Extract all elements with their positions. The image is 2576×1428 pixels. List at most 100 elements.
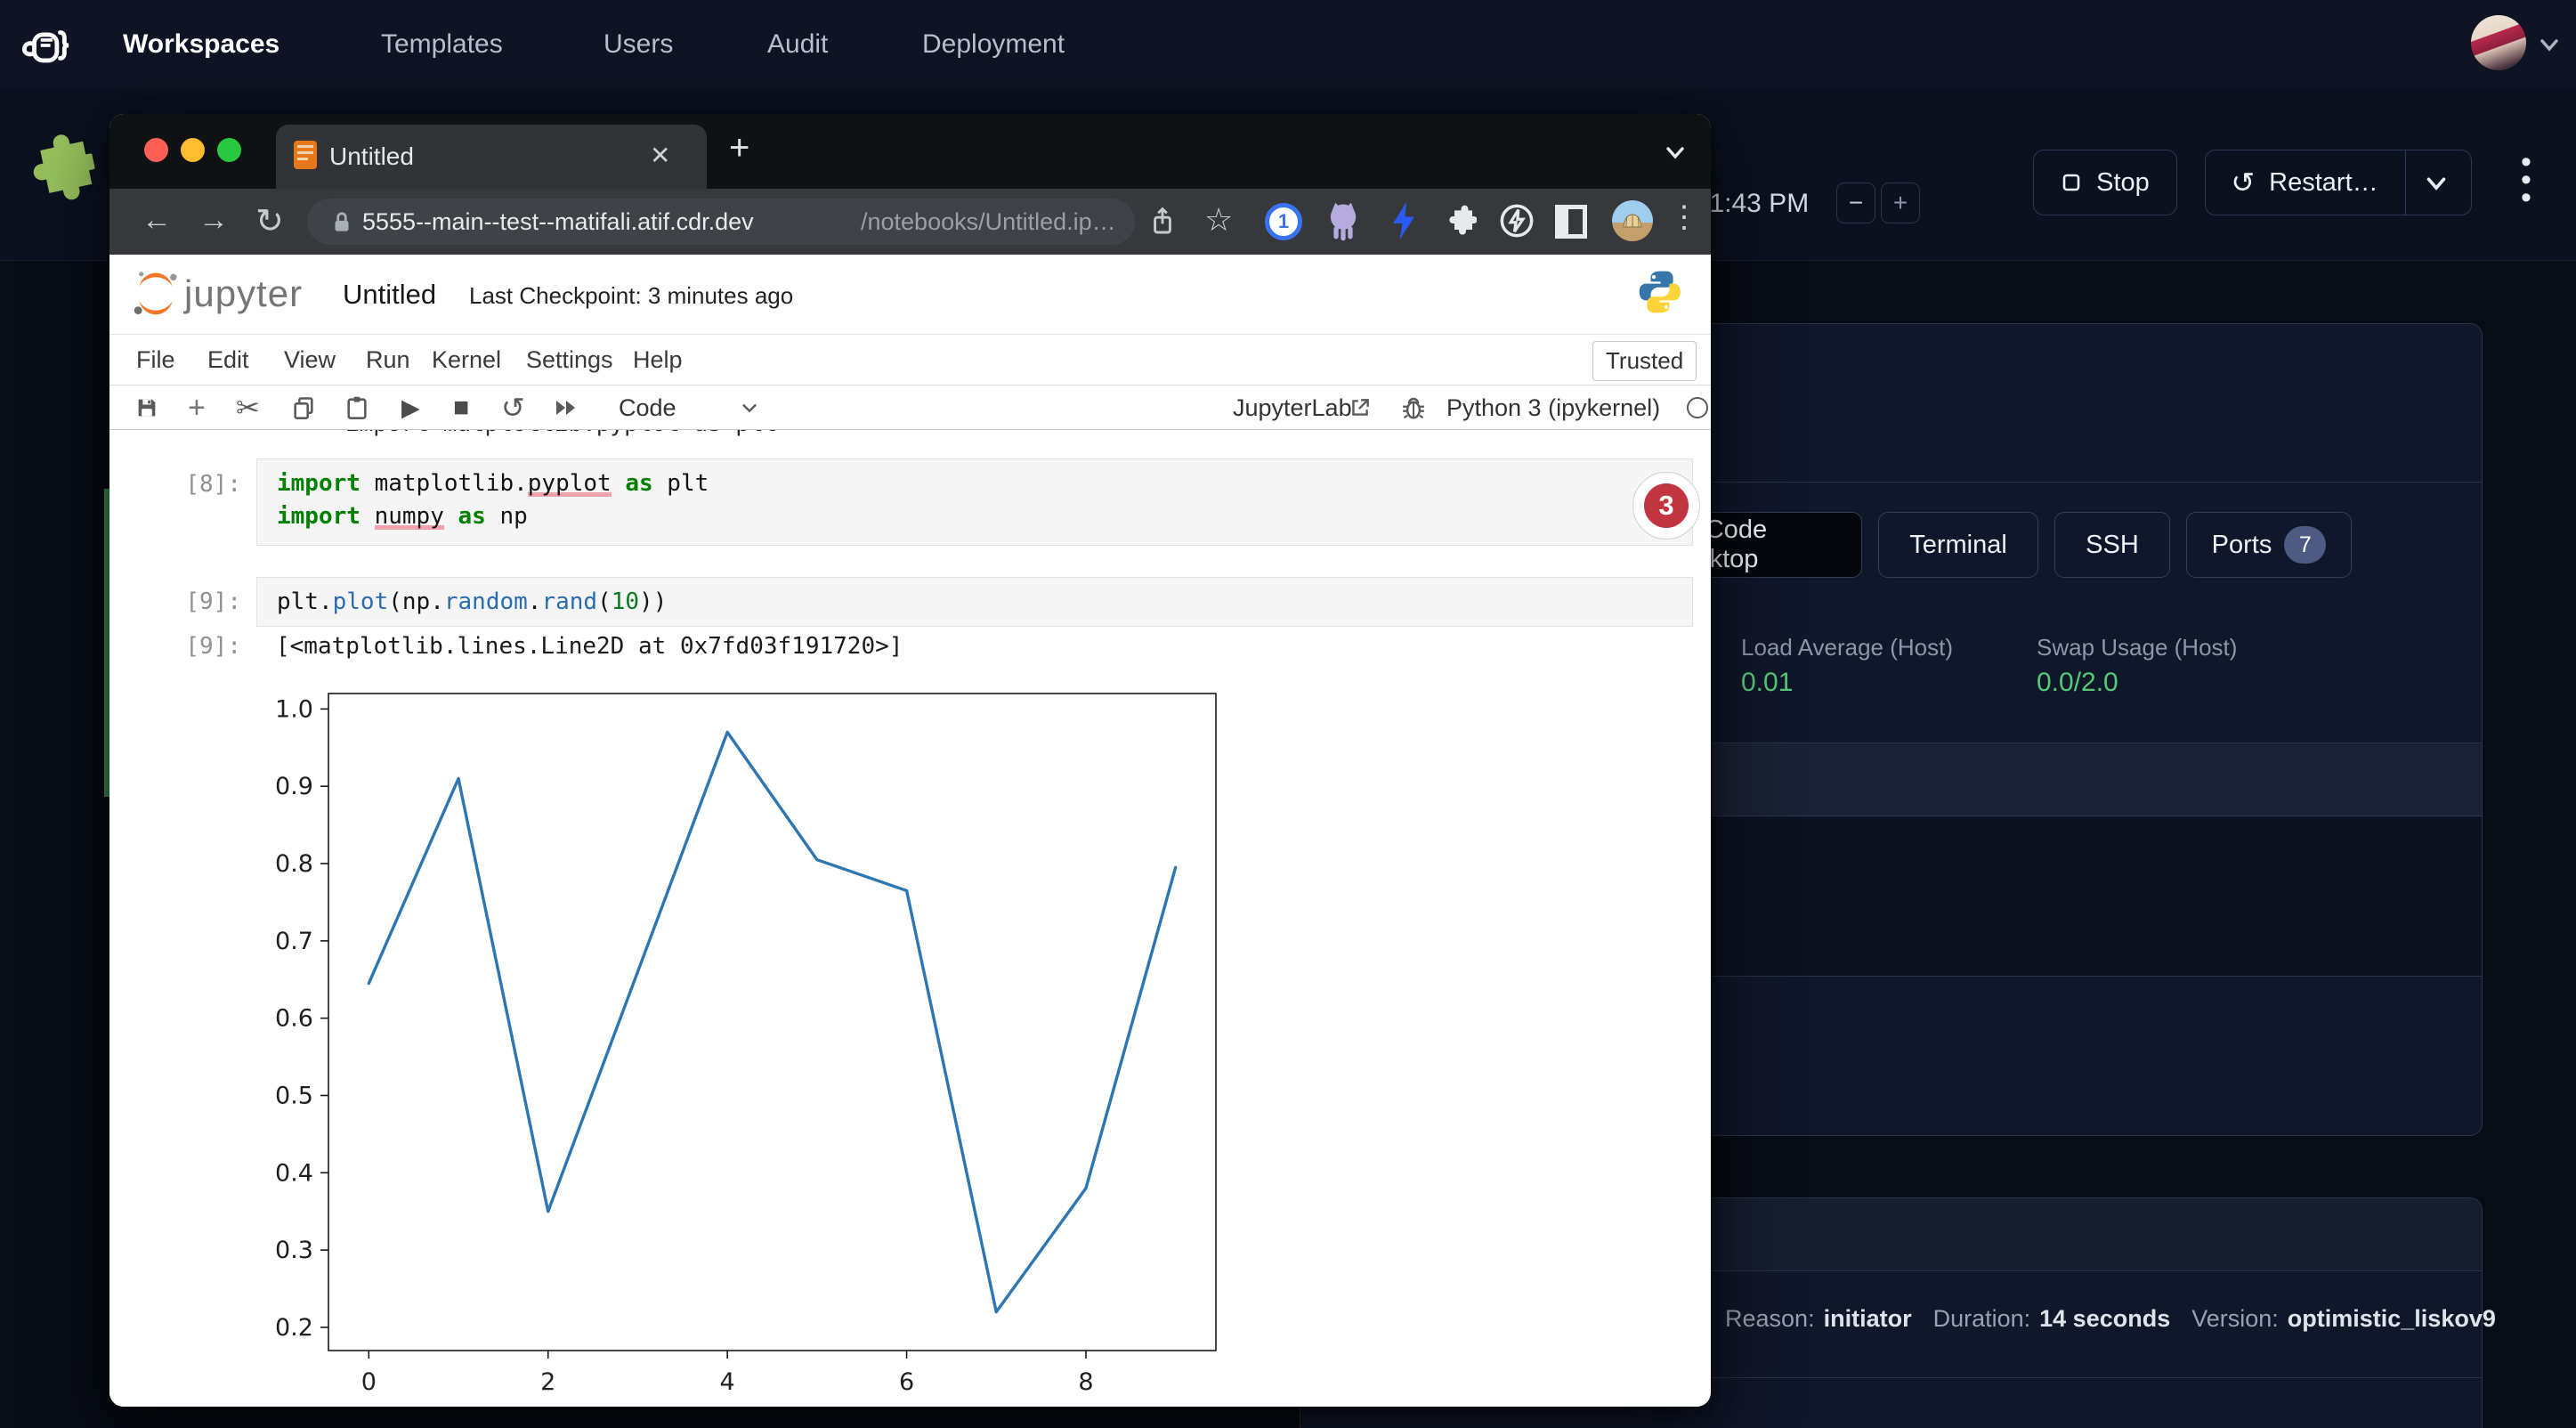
svg-text:0.8: 0.8 (275, 850, 313, 878)
matplotlib-line-chart: 0.20.30.40.50.60.70.80.91.002468 (234, 679, 1258, 1400)
address-bar[interactable]: 5555--main--test--matifali.atif.cdr.dev … (307, 199, 1135, 245)
ssh-button[interactable]: SSH (2054, 512, 2170, 578)
execution-count-badge[interactable]: 3 (1644, 483, 1689, 528)
build-info-row: Reason: initiator Duration: 14 seconds V… (1725, 1305, 2496, 1333)
restart-run-all-button[interactable] (553, 385, 579, 430)
open-jupyterlab-link[interactable]: JupyterLab (1233, 385, 1352, 430)
share-icon[interactable] (1149, 206, 1176, 238)
python-logo-icon (1635, 267, 1685, 317)
menu-kernel[interactable]: Kernel (432, 335, 501, 385)
svg-text:4: 4 (720, 1368, 735, 1396)
puzzle-extension-icon (12, 125, 101, 214)
workspace-kebab-menu[interactable]: ••• (2521, 153, 2531, 207)
menu-run[interactable]: Run (366, 335, 410, 385)
nav-item-deployment[interactable]: Deployment (922, 0, 1065, 89)
reason-label: Reason: (1725, 1305, 1815, 1333)
github-extension-icon[interactable] (1324, 201, 1363, 242)
restart-icon: ↺ (2231, 166, 2255, 199)
nav-item-templates[interactable]: Templates (381, 0, 503, 89)
add-cell-button[interactable]: + (188, 385, 206, 430)
save-button[interactable] (134, 385, 159, 430)
menu-view[interactable]: View (284, 335, 336, 385)
trusted-button[interactable]: Trusted (1592, 341, 1697, 381)
svg-text:0.2: 0.2 (275, 1314, 313, 1342)
notebook-title[interactable]: Untitled (343, 279, 436, 311)
external-link-icon[interactable] (1349, 385, 1372, 430)
version-label: Version: (2191, 1305, 2279, 1333)
jupyter-menubar: File Edit View Run Kernel Settings Help … (109, 335, 1711, 385)
restart-split-divider (2405, 150, 2406, 215)
browser-toolbar: ← → ↻ 5555--main--test--matifali.atif.cd… (109, 189, 1711, 255)
menu-help[interactable]: Help (633, 335, 683, 385)
output-repr-text: [<matplotlib.lines.Line2D at 0x7fd03f191… (276, 633, 903, 660)
forward-button[interactable]: → (198, 203, 229, 238)
stop-square-icon (2061, 172, 2082, 193)
input-prompt: [9]: (152, 588, 241, 615)
swap-usage-value: 0.0/2.0 (2037, 668, 2118, 698)
tab-search-chevron-icon[interactable] (1662, 142, 1689, 164)
terminal-button[interactable]: Terminal (1878, 512, 2038, 578)
interrupt-kernel-button[interactable]: ■ (453, 385, 469, 430)
svg-text:0.7: 0.7 (275, 928, 313, 955)
screen: Workspaces Templates Users Audit Deploym… (0, 0, 2576, 1428)
svg-text:0.5: 0.5 (275, 1082, 313, 1109)
user-avatar[interactable] (2471, 15, 2526, 70)
back-button[interactable]: ← (142, 203, 172, 238)
user-menu-chevron-icon[interactable] (2537, 34, 2562, 55)
restart-kernel-button[interactable]: ↺ (501, 385, 525, 430)
code-line: import matplotlib.pyplot as plt (277, 470, 709, 497)
duration-value: 14 seconds (2039, 1305, 2170, 1333)
swap-usage-label: Swap Usage (Host) (2037, 634, 2237, 661)
reload-button[interactable]: ↻ (255, 201, 284, 241)
nav-item-audit[interactable]: Audit (767, 0, 828, 89)
svg-text:0.4: 0.4 (275, 1159, 313, 1187)
menu-settings[interactable]: Settings (526, 335, 613, 385)
nav-item-workspaces[interactable]: Workspaces (123, 0, 279, 89)
window-close-button[interactable] (144, 138, 168, 162)
zoom-in-button[interactable]: + (1881, 183, 1920, 223)
window-maximize-button[interactable] (217, 138, 241, 162)
side-panel-icon[interactable] (1555, 205, 1587, 239)
zoom-out-button[interactable]: − (1836, 183, 1875, 223)
run-cell-button[interactable]: ▶ (401, 385, 420, 430)
restart-options-chevron-icon[interactable] (2421, 169, 2451, 196)
onepassword-extension-icon[interactable]: 1 (1265, 203, 1302, 240)
ports-button[interactable]: Ports 7 (2186, 512, 2352, 578)
jupyter-favicon (294, 141, 317, 169)
nav-item-users[interactable]: Users (603, 0, 673, 89)
new-tab-button[interactable]: + (729, 128, 749, 168)
energy-saver-icon[interactable] (1498, 202, 1535, 239)
cell-type-chevron-icon[interactable] (738, 385, 761, 430)
code-line: import numpy as np (277, 503, 528, 530)
code-cell[interactable]: plt.plot(np.random.rand(10)) (256, 577, 1693, 627)
menu-edit[interactable]: Edit (207, 335, 249, 385)
coder-logo-icon[interactable] (21, 20, 73, 71)
kernel-status-icon[interactable] (1687, 397, 1708, 418)
window-minimize-button[interactable] (181, 138, 205, 162)
svg-text:6: 6 (899, 1368, 914, 1396)
browser-kebab-menu[interactable]: ⋮ (1669, 199, 1699, 235)
kernel-name[interactable]: Python 3 (ipykernel) (1446, 385, 1660, 430)
bookmark-star-icon[interactable]: ☆ (1204, 201, 1233, 239)
menu-file[interactable]: File (136, 335, 175, 385)
extensions-puzzle-icon[interactable] (1441, 203, 1477, 239)
debugger-bug-icon[interactable] (1400, 385, 1427, 430)
paste-cells-button[interactable] (344, 385, 369, 430)
stop-workspace-button[interactable]: Stop (2033, 150, 2177, 215)
cell-type-dropdown[interactable]: Code (619, 385, 676, 430)
svg-text:0.9: 0.9 (275, 773, 313, 800)
jupyter-wordmark: jupyter (184, 272, 303, 315)
lightning-extension-icon[interactable] (1388, 199, 1420, 242)
version-value: optimistic_liskov9 (2288, 1305, 2496, 1333)
copy-cells-button[interactable] (291, 385, 316, 430)
chrome-profile-avatar[interactable] (1612, 200, 1653, 241)
browser-tab[interactable]: Untitled ✕ (276, 125, 707, 189)
input-prompt: [8]: (152, 471, 241, 498)
load-average-value: 0.01 (1741, 668, 1793, 698)
code-cell[interactable]: import matplotlib.pyplot as plt import n… (256, 458, 1693, 546)
cut-cells-button[interactable]: ✂ (236, 385, 260, 430)
output-prompt: [9]: (152, 633, 241, 660)
tab-close-icon[interactable]: ✕ (650, 141, 670, 170)
duration-label: Duration: (1933, 1305, 2031, 1333)
svg-text:0.3: 0.3 (275, 1237, 313, 1264)
